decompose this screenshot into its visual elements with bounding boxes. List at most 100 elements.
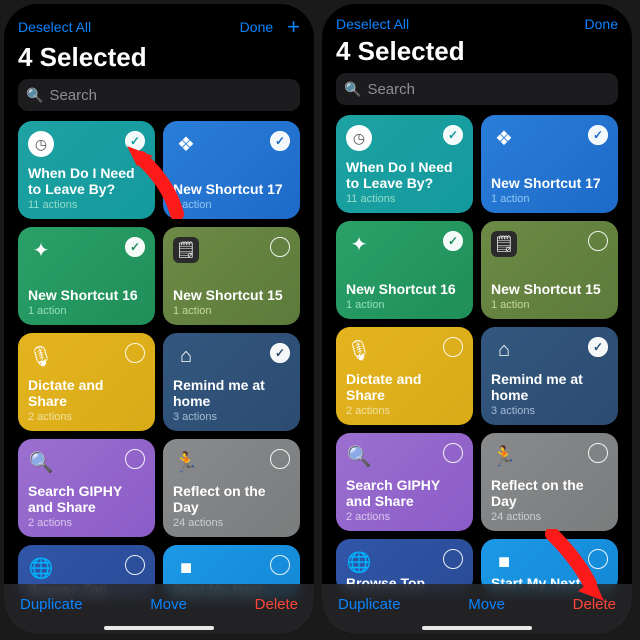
selection-indicator[interactable]: [588, 125, 608, 145]
shortcut-name: Search GIPHY and Share: [346, 477, 463, 509]
shortcut-card[interactable]: ⌂Remind me at home3 actions: [481, 327, 618, 425]
shortcut-card[interactable]: 🏃Reflect on the Day24 actions: [163, 439, 300, 537]
shortcut-name: Reflect on the Day: [491, 477, 608, 509]
selection-indicator[interactable]: [125, 343, 145, 363]
globe-icon: 🌐: [346, 549, 372, 575]
selection-indicator[interactable]: [443, 337, 463, 357]
shortcut-subtitle: 1 action: [491, 299, 608, 311]
home-indicator: [104, 626, 214, 630]
search-placeholder: Search: [49, 87, 97, 104]
selection-indicator[interactable]: [443, 443, 463, 463]
shortcut-card[interactable]: 🏃 Reflect on the Day 24 actions: [481, 433, 618, 531]
selection-indicator[interactable]: [270, 237, 290, 257]
done-link[interactable]: Done: [240, 19, 273, 35]
shortcut-card[interactable]: ⌂Remind me at home3 actions: [163, 333, 300, 431]
shortcut-card[interactable]: 🎙 Dictate and Share 2 actions: [336, 327, 473, 425]
search-input[interactable]: 🔍 Search: [336, 73, 618, 105]
selection-indicator[interactable]: [270, 343, 290, 363]
mic-icon: 🎙: [28, 343, 54, 369]
selection-indicator[interactable]: [443, 231, 463, 251]
shortcut-subtitle: 2 actions: [28, 411, 145, 423]
shortcut-name: New Shortcut 15: [173, 287, 290, 303]
clock-icon: ◷: [346, 125, 372, 151]
deselect-all-link[interactable]: Deselect All: [18, 19, 91, 35]
done-link[interactable]: Done: [585, 16, 618, 32]
selection-indicator[interactable]: [443, 125, 463, 145]
shortcut-card[interactable]: 🔍 Search GIPHY and Share 2 actions: [18, 439, 155, 537]
selection-indicator[interactable]: [270, 131, 290, 151]
globe-icon: 🌐: [28, 555, 54, 581]
run-icon: 🏃: [491, 443, 517, 469]
run-icon: 🏃: [173, 449, 199, 475]
move-button[interactable]: Move: [468, 596, 505, 613]
selection-indicator[interactable]: [125, 131, 145, 151]
calculator-icon: 🗒: [491, 231, 517, 257]
delete-button[interactable]: Delete: [255, 596, 298, 613]
selection-indicator[interactable]: [270, 449, 290, 469]
home-indicator: [422, 626, 532, 630]
shortcut-card[interactable]: ❖ New Shortcut 17 1 action: [163, 121, 300, 219]
shortcut-name: Search GIPHY and Share: [28, 483, 145, 515]
duplicate-button[interactable]: Duplicate: [338, 596, 401, 613]
shortcut-subtitle: 1 action: [346, 299, 463, 311]
shortcut-subtitle: 1 action: [173, 199, 290, 211]
search-input[interactable]: 🔍 Search: [18, 79, 300, 111]
shortcut-name: When Do I Need to Leave By?: [346, 159, 463, 191]
selection-indicator[interactable]: [588, 443, 608, 463]
video-icon: ■: [173, 555, 199, 581]
page-title: 4 Selected: [330, 34, 624, 73]
duplicate-button[interactable]: Duplicate: [20, 596, 83, 613]
selection-indicator[interactable]: [588, 231, 608, 251]
search-icon: 🔍: [26, 87, 43, 104]
shortcut-card[interactable]: ✦ New Shortcut 16 1 action: [18, 227, 155, 325]
shortcut-name: New Shortcut 17: [491, 175, 608, 191]
home-icon: ⌂: [173, 343, 199, 369]
shortcut-card[interactable]: 🔍 Search GIPHY and Share 2 actions: [336, 433, 473, 531]
clock-icon: ◷: [28, 131, 54, 157]
shortcut-subtitle: 11 actions: [346, 193, 463, 205]
selection-indicator[interactable]: [125, 555, 145, 575]
home-icon: ⌂: [491, 337, 517, 363]
shortcut-subtitle: 3 actions: [173, 411, 290, 423]
shortcut-name: Remind me at home: [491, 371, 608, 403]
selection-indicator[interactable]: [270, 555, 290, 575]
page-title: 4 Selected: [12, 40, 306, 79]
shortcut-subtitle: 11 actions: [28, 199, 145, 211]
shortcut-card[interactable]: ❖New Shortcut 171 action: [481, 115, 618, 213]
shortcut-name: New Shortcut 16: [28, 287, 145, 303]
video-icon: ■: [491, 549, 517, 575]
selection-indicator[interactable]: [588, 549, 608, 569]
layers-icon: ❖: [173, 131, 199, 157]
selection-indicator[interactable]: [125, 237, 145, 257]
shortcut-name: When Do I Need to Leave By?: [28, 165, 145, 197]
shortcut-card[interactable]: ◷ When Do I Need to Leave By? 11 actions: [336, 115, 473, 213]
sparkles-icon: ✦: [346, 231, 372, 257]
shortcut-card[interactable]: ◷ When Do I Need to Leave By? 11 actions: [18, 121, 155, 219]
mic-icon: 🎙: [346, 337, 372, 363]
move-button[interactable]: Move: [150, 596, 187, 613]
shortcut-card[interactable]: 🗒New Shortcut 151 action: [163, 227, 300, 325]
shortcut-name: New Shortcut 16: [346, 281, 463, 297]
shortcut-subtitle: 24 actions: [491, 511, 608, 523]
shortcut-card[interactable]: ✦ New Shortcut 16 1 action: [336, 221, 473, 319]
shortcut-name: New Shortcut 17: [173, 181, 290, 197]
sparkles-icon: ✦: [28, 237, 54, 263]
selection-indicator[interactable]: [125, 449, 145, 469]
deselect-all-link[interactable]: Deselect All: [336, 16, 409, 32]
shortcut-card[interactable]: 🗒New Shortcut 151 action: [481, 221, 618, 319]
search-icon: 🔍: [346, 443, 372, 469]
phone-left: Deselect All Done + 4 Selected 🔍 Search …: [4, 4, 314, 634]
shortcut-name: Dictate and Share: [346, 371, 463, 403]
search-icon: 🔍: [28, 449, 54, 475]
selection-indicator[interactable]: [443, 549, 463, 569]
selection-indicator[interactable]: [588, 337, 608, 357]
shortcut-subtitle: 2 actions: [346, 405, 463, 417]
delete-button[interactable]: Delete: [573, 596, 616, 613]
phone-right: Deselect All Done 4 Selected 🔍 Search ◷ W…: [322, 4, 632, 634]
shortcut-name: Dictate and Share: [28, 377, 145, 409]
shortcut-subtitle: 2 actions: [346, 511, 463, 523]
add-icon[interactable]: +: [287, 16, 300, 38]
shortcut-card[interactable]: 🎙 Dictate and Share 2 actions: [18, 333, 155, 431]
shortcut-subtitle: 1 action: [28, 305, 145, 317]
shortcut-subtitle: 2 actions: [28, 517, 145, 529]
